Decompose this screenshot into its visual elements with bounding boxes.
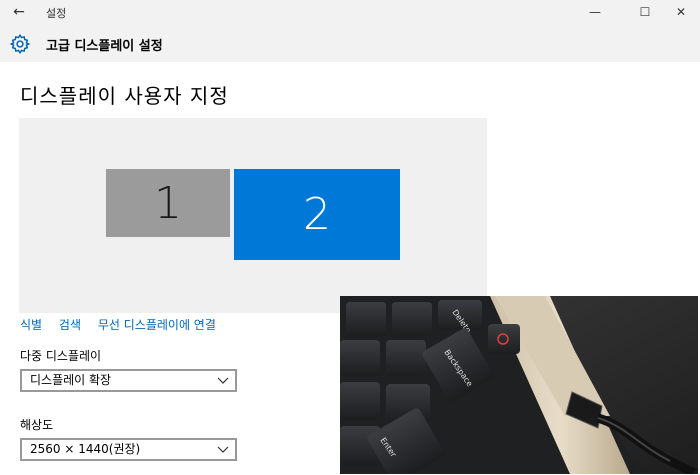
display-1-tile[interactable]: 1 <box>106 169 230 237</box>
minimize-button[interactable]: — <box>578 0 612 25</box>
multi-display-dropdown[interactable]: 디스플레이 확장 <box>20 369 237 392</box>
chevron-down-icon <box>217 377 229 384</box>
detect-link[interactable]: 검색 <box>59 318 81 332</box>
resolution-dropdown[interactable]: 2560 × 1440(권장) <box>20 438 237 461</box>
page-title: 디스플레이 사용자 지정 <box>20 84 229 108</box>
laptop-keyboard-photo: Delete Backspace Enter <box>340 296 698 474</box>
close-button[interactable]: ✕ <box>664 0 698 25</box>
identify-link[interactable]: 식별 <box>20 318 42 332</box>
gear-icon <box>9 33 31 55</box>
page-header: 고급 디스플레이 설정 <box>0 25 700 62</box>
display-links: 식별 검색 무선 디스플레이에 연결 <box>20 316 229 333</box>
keyboard-photo-image: Delete Backspace Enter <box>340 296 698 474</box>
chevron-down-icon <box>217 446 229 453</box>
wireless-display-link[interactable]: 무선 디스플레이에 연결 <box>98 318 216 332</box>
maximize-button[interactable]: ☐ <box>628 0 662 25</box>
display-2-tile[interactable]: 2 <box>234 169 400 260</box>
title-bar: ← 설정 — ☐ ✕ <box>0 0 700 25</box>
page-header-title: 고급 디스플레이 설정 <box>46 39 163 54</box>
multi-display-value: 디스플레이 확장 <box>30 373 112 387</box>
resolution-value: 2560 × 1440(권장) <box>30 442 141 456</box>
back-button[interactable]: ← <box>8 2 30 22</box>
multi-display-label: 다중 디스플레이 <box>20 349 102 363</box>
resolution-label: 해상도 <box>20 418 54 432</box>
app-title: 설정 <box>46 7 67 20</box>
